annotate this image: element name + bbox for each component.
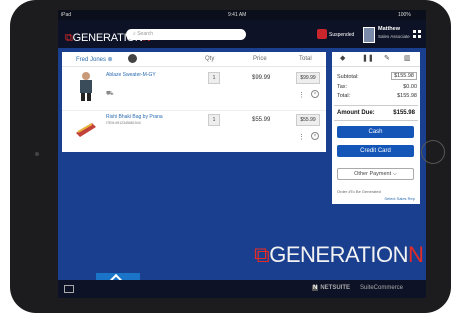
cart-panel: Fred Jones ⊗ Qty Price Total Ablaze Swea… xyxy=(62,52,326,152)
suspend-icon[interactable] xyxy=(317,29,327,39)
tag-icon[interactable]: ◆ xyxy=(340,54,345,62)
item-id: ITEM #912345681944 xyxy=(106,121,141,125)
search-input[interactable]: ⌕ Search xyxy=(126,29,246,40)
total-row: Total: $155.98 xyxy=(337,93,417,99)
select-sales-rep-link[interactable]: Select Sales Rep xyxy=(384,196,415,201)
netsuite-logo: N NETSUITE xyxy=(312,285,351,291)
search-placeholder: Search xyxy=(137,31,154,37)
app-screen: iPad 9:41 AM 100% ⧉GENERATIONN ⌕ Search … xyxy=(58,10,426,298)
amount-due-value: $155.98 xyxy=(393,110,415,116)
tax-row: Tax: $0.00 xyxy=(337,84,417,90)
logo-mark: ⧉ xyxy=(254,242,270,267)
device-name: iPad xyxy=(61,12,72,18)
item-name[interactable]: Rishi Bhaki Bag by Prana xyxy=(106,114,163,120)
item-price: $99.99 xyxy=(252,75,271,81)
user-role: Sales Associate xyxy=(378,34,410,39)
total-value: $155.98 xyxy=(397,93,417,99)
item-total[interactable]: $99.99 xyxy=(296,72,320,84)
item-total[interactable]: $55.99 xyxy=(296,114,320,126)
remove-icon[interactable]: × xyxy=(311,132,319,140)
cart-line-item[interactable]: Rishi Bhaki Bag by Prana ITEM #912345681… xyxy=(62,110,326,152)
suitecommerce-logo: SuiteCommerce xyxy=(360,285,404,291)
payment-sidebar: ◆ ❚❚ ✎ ▥ Subtotal: $155.98 Tax: $0.00 Tota… xyxy=(332,52,420,204)
qty-field[interactable]: 1 xyxy=(208,114,220,126)
cart-line-item[interactable]: Ablaze Sweater-M-GY ⛟ 1 $99.99 $99.99 ⋮ … xyxy=(62,68,326,111)
item-price: $55.99 xyxy=(252,117,271,123)
status-bar: iPad 9:41 AM 100% xyxy=(58,10,426,20)
remove-icon[interactable]: × xyxy=(311,90,319,98)
more-options-icon[interactable]: ⋮ xyxy=(298,133,305,141)
add-customer-icon[interactable] xyxy=(128,54,137,63)
cash-button[interactable]: Cash xyxy=(337,126,414,138)
price-header: Price xyxy=(253,56,267,62)
other-payment-button[interactable]: Other Payment ⌵ xyxy=(337,168,414,180)
ipad-frame: iPad 9:41 AM 100% ⧉GENERATIONN ⌕ Search … xyxy=(10,0,451,313)
truck-icon[interactable]: ⛟ xyxy=(106,90,114,98)
action-icons: ◆ ❚❚ ✎ ▥ xyxy=(332,52,420,67)
order-number: Order #To Be Generated xyxy=(337,189,381,194)
pause-icon[interactable]: ❚❚ xyxy=(362,54,374,62)
camera-icon xyxy=(35,152,39,156)
bottom-bar: N NETSUITE SuiteCommerce xyxy=(58,280,426,298)
item-name[interactable]: Ablaze Sweater-M-GY xyxy=(106,72,156,78)
total-header: Total xyxy=(299,56,312,62)
trash-icon[interactable]: ▥ xyxy=(404,54,411,62)
bag-thumbnail xyxy=(76,123,96,137)
more-options-icon[interactable]: ⋮ xyxy=(298,91,305,99)
top-bar: ⧉GENERATIONN ⌕ Search Suspended Matthew … xyxy=(58,20,426,48)
customer-name[interactable]: Fred Jones ⊗ xyxy=(76,56,113,63)
credit-card-button[interactable]: Credit Card xyxy=(337,145,414,157)
discount-icon[interactable]: ✎ xyxy=(384,54,390,62)
avatar[interactable] xyxy=(363,27,375,43)
qty-field[interactable]: 1 xyxy=(208,72,220,84)
menu-grid-icon[interactable] xyxy=(413,30,421,38)
screen-icon[interactable] xyxy=(64,285,74,293)
sweater-thumbnail xyxy=(80,72,92,101)
subtotal-value: $155.98 xyxy=(391,72,417,80)
cart-header: Fred Jones ⊗ Qty Price Total xyxy=(62,52,326,67)
battery-level: 100% xyxy=(398,12,411,18)
tax-value: $0.00 xyxy=(403,84,417,90)
brand-logo: ⧉GENERATIONN xyxy=(254,242,424,267)
clock: 9:41 AM xyxy=(228,12,247,18)
suspended-button[interactable]: Suspended xyxy=(329,32,354,38)
subtotal-row: Subtotal: $155.98 xyxy=(337,72,417,80)
amount-due: Amount Due: $155.98 xyxy=(334,105,418,121)
user-name[interactable]: Matthew xyxy=(378,26,400,32)
logo-mark: ⧉ xyxy=(65,32,73,44)
qty-header: Qty xyxy=(205,56,215,62)
